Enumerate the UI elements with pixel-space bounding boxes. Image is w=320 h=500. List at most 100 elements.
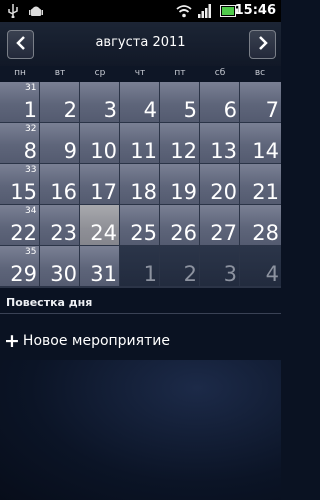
- day-number: 28: [252, 221, 279, 245]
- day-cell-next-month[interactable]: 1: [120, 246, 159, 286]
- weekday-label: чт: [134, 68, 146, 78]
- day-number: 29: [10, 262, 37, 286]
- agenda-title: Повестка дня: [6, 296, 93, 309]
- prev-month-button[interactable]: [7, 30, 34, 59]
- day-cell[interactable]: 30: [40, 246, 79, 286]
- chevron-left-icon: [15, 35, 27, 54]
- day-number: 2: [183, 262, 197, 286]
- day-number: 6: [223, 98, 237, 122]
- new-event-button[interactable]: + Новое мероприятие: [4, 331, 170, 351]
- day-number: 4: [265, 262, 279, 286]
- day-cell[interactable]: 16: [40, 164, 79, 204]
- week-number: 34: [25, 206, 37, 216]
- day-number: 18: [130, 180, 157, 204]
- day-number: 25: [130, 221, 157, 245]
- day-cell[interactable]: 9: [40, 123, 79, 163]
- divider: [0, 313, 281, 314]
- day-number: 9: [63, 139, 77, 163]
- day-cell[interactable]: 23: [40, 205, 79, 245]
- day-cell[interactable]: 35 29: [0, 246, 39, 286]
- weekday-header: пн вт ср чт пт сб вс: [0, 66, 281, 82]
- day-number: 8: [23, 139, 37, 163]
- day-number: 31: [90, 262, 117, 286]
- usb-icon: [6, 3, 20, 19]
- day-number: 21: [252, 180, 279, 204]
- day-cell[interactable]: 3: [80, 82, 119, 122]
- next-month-button[interactable]: [249, 30, 276, 59]
- day-cell[interactable]: 32 8: [0, 123, 39, 163]
- day-cell[interactable]: 4: [120, 82, 159, 122]
- wifi-icon: [176, 3, 192, 19]
- day-cell[interactable]: 11: [120, 123, 159, 163]
- day-number: 2: [63, 98, 77, 122]
- day-cell[interactable]: 5: [160, 82, 199, 122]
- chevron-right-icon: [257, 35, 269, 54]
- weekday-label: пт: [174, 68, 186, 78]
- day-cell-next-month[interactable]: 3: [200, 246, 239, 286]
- signal-icon: [197, 3, 213, 19]
- day-cell[interactable]: 31 1: [0, 82, 39, 122]
- day-cell[interactable]: 21: [240, 164, 281, 204]
- month-title: августа 2011: [95, 35, 186, 50]
- day-number: 17: [90, 180, 117, 204]
- day-cell[interactable]: 6: [200, 82, 239, 122]
- day-number: 23: [50, 221, 77, 245]
- weekday-label: сб: [214, 68, 226, 78]
- day-cell[interactable]: 14: [240, 123, 281, 163]
- day-number: 22: [10, 221, 37, 245]
- day-number: 14: [252, 139, 279, 163]
- month-header: августа 2011: [0, 22, 281, 66]
- day-number: 4: [143, 98, 157, 122]
- day-number: 7: [265, 98, 279, 122]
- day-cell-next-month[interactable]: 4: [240, 246, 281, 286]
- day-number: 24: [90, 221, 117, 245]
- day-number: 1: [143, 262, 157, 286]
- day-cell[interactable]: 2: [40, 82, 79, 122]
- weekday-label: вс: [254, 68, 266, 78]
- day-number: 12: [170, 139, 197, 163]
- day-cell[interactable]: 28: [240, 205, 281, 245]
- day-cell[interactable]: 7: [240, 82, 281, 122]
- day-number: 27: [210, 221, 237, 245]
- day-cell[interactable]: 33 15: [0, 164, 39, 204]
- week-number: 31: [25, 83, 37, 93]
- new-event-label: Новое мероприятие: [22, 333, 170, 349]
- day-cell[interactable]: 27: [200, 205, 239, 245]
- day-cell-next-month[interactable]: 2: [160, 246, 199, 286]
- weekday-label: пн: [14, 68, 26, 78]
- background-glow: [0, 360, 281, 500]
- day-number: 26: [170, 221, 197, 245]
- month-grid: 31 1 2 3 4 5 6 7 32 8 9 10 11 12 13 14 33 1…: [0, 82, 281, 288]
- day-number: 3: [103, 98, 117, 122]
- day-cell[interactable]: 10: [80, 123, 119, 163]
- day-number: 13: [210, 139, 237, 163]
- day-cell[interactable]: 12: [160, 123, 199, 163]
- day-number: 1: [23, 98, 37, 122]
- day-cell[interactable]: 26: [160, 205, 199, 245]
- day-number: 11: [130, 139, 157, 163]
- day-number: 10: [90, 139, 117, 163]
- day-number: 20: [210, 180, 237, 204]
- day-number: 15: [10, 180, 37, 204]
- day-number: 19: [170, 180, 197, 204]
- day-cell[interactable]: 25: [120, 205, 159, 245]
- week-number: 33: [25, 165, 37, 175]
- status-bar: 15:46: [0, 0, 281, 22]
- day-cell[interactable]: 13: [200, 123, 239, 163]
- status-time: 15:46: [234, 3, 276, 18]
- day-number: 5: [183, 98, 197, 122]
- day-cell[interactable]: 17: [80, 164, 119, 204]
- plus-icon: +: [4, 330, 20, 352]
- day-cell[interactable]: 19: [160, 164, 199, 204]
- day-number: 3: [223, 262, 237, 286]
- weekday-label: вт: [54, 68, 66, 78]
- week-number: 35: [25, 247, 37, 257]
- day-cell[interactable]: 20: [200, 164, 239, 204]
- day-number: 16: [50, 180, 77, 204]
- day-cell[interactable]: 34 22: [0, 205, 39, 245]
- android-debug-icon: [28, 3, 44, 19]
- day-cell-selected[interactable]: 24: [80, 205, 119, 245]
- weekday-label: ср: [94, 68, 106, 78]
- day-cell[interactable]: 18: [120, 164, 159, 204]
- day-cell[interactable]: 31: [80, 246, 119, 286]
